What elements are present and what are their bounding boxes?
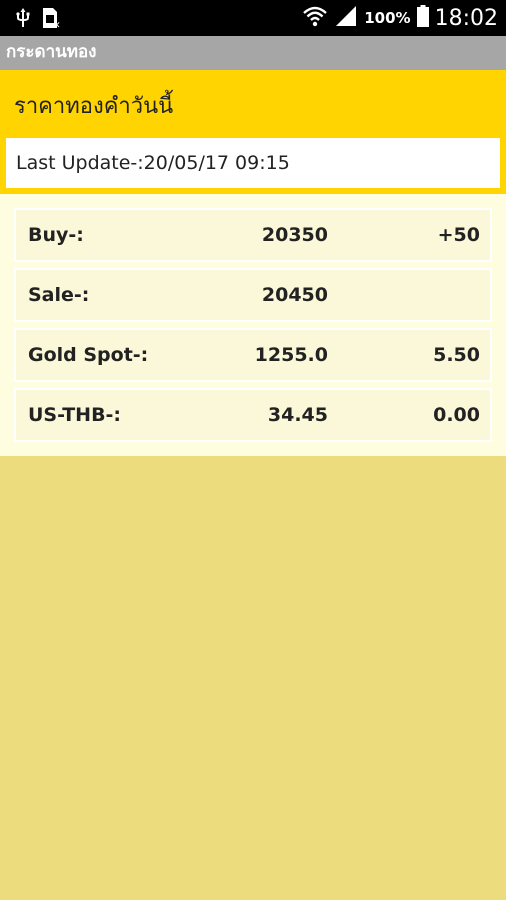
price-panel: Buy-: 20350 +50 Sale-: 20450 Gold Spot-:… (0, 194, 506, 456)
price-change: 0.00 (433, 404, 480, 426)
last-update-text: Last Update-:20/05/17 09:15 (16, 152, 290, 174)
status-bar-left: ✕ (16, 7, 61, 33)
battery-icon (416, 5, 429, 31)
price-label: Buy-: (28, 224, 84, 246)
status-bar-right: 100% 18:02 (302, 4, 498, 32)
price-change: +50 (437, 224, 480, 246)
signal-icon (334, 5, 358, 31)
svg-text:✕: ✕ (53, 21, 60, 29)
app-title: กระดานทอง (6, 42, 97, 62)
battery-percent: 100% (364, 9, 411, 27)
price-change: 5.50 (433, 344, 480, 366)
price-row-buy: Buy-: 20350 +50 (14, 208, 492, 262)
price-value: 20450 (261, 284, 328, 306)
price-row-gold-spot: Gold Spot-: 1255.0 5.50 (14, 328, 492, 382)
status-bar: ✕ 100% 18:02 (0, 0, 506, 36)
last-update-box: Last Update-:20/05/17 09:15 (6, 138, 500, 188)
price-row-sale: Sale-: 20450 (14, 268, 492, 322)
price-label: Gold Spot-: (28, 344, 149, 366)
app-title-bar: กระดานทอง (0, 36, 506, 70)
price-value: 34.45 (267, 404, 328, 426)
price-value: 20350 (261, 224, 328, 246)
status-time: 18:02 (434, 5, 498, 31)
price-row-us-thb: US-THB-: 34.45 0.00 (14, 388, 492, 442)
price-label: Sale-: (28, 284, 90, 306)
wifi-icon (302, 4, 328, 32)
price-label: US-THB-: (28, 404, 122, 426)
usb-icon (16, 8, 30, 32)
sim-icon: ✕ (42, 7, 61, 33)
header-title: ราคาทองคำวันนี้ (14, 94, 174, 119)
price-value: 1255.0 (254, 344, 328, 366)
gold-price-header: ราคาทองคำวันนี้ Last Update-:20/05/17 09… (0, 70, 506, 194)
